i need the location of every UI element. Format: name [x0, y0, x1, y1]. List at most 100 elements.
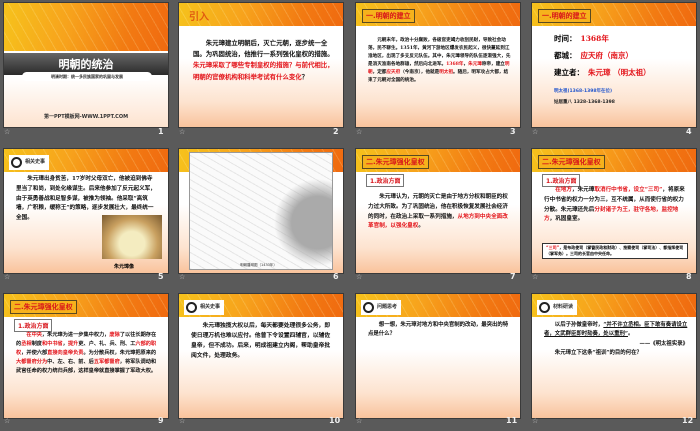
slide-number: 4 [686, 127, 692, 136]
slide-thumbnail-7[interactable]: 二.朱元璋强化皇权 1.政治方面 朱元璋认为，元朝的灭亡是由于地方分权和朝臣的权力过… [355, 148, 521, 274]
transition-icon[interactable]: ☆ [179, 128, 185, 136]
map-caption: 明朝疆域图（1433年） [240, 263, 277, 267]
slide-thumbnail-10[interactable]: 相关史事朱元璋独揽大权以后，每天都要处理很多公务，即使日理万机也难以应付。他曾下… [178, 293, 344, 419]
transition-icon[interactable]: ☆ [179, 273, 185, 281]
slide-thumbnail-6[interactable]: 明朝疆域图（1433年） [178, 148, 344, 274]
text-run: ，定都 [372, 70, 387, 76]
text-run: 和中书省 [41, 341, 63, 348]
slide-thumbnail-1[interactable]: 明朝的统治 明清时期：统一多民族国家的巩固与发展 第一PPT模板网-WWW.1PPT… [3, 2, 169, 128]
transition-icon[interactable]: ☆ [532, 417, 538, 425]
text-run: 应天府 [386, 70, 401, 76]
transition-icon[interactable]: ☆ [4, 128, 10, 136]
slide-thumbnail-11[interactable]: 问题思考想一想，朱元璋对地方和中央官制的改动，最突出的特点是什么？ [355, 293, 521, 419]
slide-body-text: 想一想，朱元璋对地方和中央官制的改动，最突出的特点是什么？ [368, 321, 512, 340]
text-run: 朱元璋立下这条“祖训”的目的何在？ [554, 350, 642, 357]
note-life: 姑居重八 1328-1368-1398 [554, 100, 615, 105]
transition-icon[interactable]: ☆ [532, 273, 538, 281]
text-run: 朱元璋采取了哪些专制皇权的措施？与前代相比，明朝的官僚机构和科举考试有什么变化 [193, 61, 334, 81]
slide-thumbnail-4[interactable]: 一.明朝的建立 时间： 1368年 都城： 应天府（南京） 建立者： 朱元璋 （明太祖） 明太… [531, 2, 697, 128]
section-title: 二.朱元璋强化皇权 [538, 155, 605, 169]
text-run: ，是布政使司（掌管民政和财政）、按察使司（掌司法）、都指挥使司（掌军务）。三司的… [546, 245, 684, 256]
badge-label: 相关史事 [200, 304, 221, 310]
info-row: 时间： 1368年 [554, 33, 609, 44]
slide-number: 1 [158, 127, 164, 136]
transition-icon[interactable]: ☆ [532, 128, 538, 136]
title-banner [4, 3, 168, 51]
paragraph: ——《明太祖实录》 [544, 340, 688, 349]
paragraph: 朱元璋认为，元朝的灭亡是由于地方分权和朝臣的权力过大所致。为了巩固统治，他在积极… [368, 193, 512, 232]
text-run: 吏、户、礼、兵、刑、工 [78, 341, 136, 348]
paragraph: 朱元璋建立明朝后，灭亡元朝，逐步统一全国。为巩固统治，他推行一系列强化皇权的措施… [193, 38, 335, 83]
badge-label: 相关史事 [25, 159, 46, 165]
transition-icon[interactable]: ☆ [4, 417, 10, 425]
text-run: 。为分散兵权，朱元璋把原来的 [83, 350, 157, 357]
map-image: 明朝疆域图（1433年） [189, 152, 333, 270]
slide-number: 3 [510, 127, 516, 136]
paragraph: 在地方，朱元璋取消行中书省，设立“三司”，将原来行中书省的权力一分为三，互不统属… [544, 186, 688, 225]
definition-box: “三司”，是布政使司（掌管民政和财政）、按察使司（掌司法）、都指挥使司（掌军务）… [542, 243, 688, 259]
section-badge: 问题思考 [361, 300, 402, 315]
text-run: 制度 [31, 341, 42, 348]
slide-title: 明朝的统治 [58, 58, 114, 71]
text-run: ，并使六部 [21, 350, 48, 357]
info-label: 时间： [554, 34, 577, 43]
transition-icon[interactable]: ☆ [179, 417, 185, 425]
info-value: 朱元璋 （明太祖） [588, 68, 651, 77]
section-title: 一.明朝的建立 [362, 9, 415, 23]
text-run: 直接向皇帝负责 [47, 350, 84, 357]
text-run: 称帝，建立 [481, 62, 505, 68]
text-run: ——《明太祖实录》 [639, 340, 688, 347]
slide-thumbnail-12[interactable]: 材料研读以后子孙做皇帝时，“并不许立丞相。臣下敢有奏请设立者，文武群臣即时劾奏，… [531, 293, 697, 419]
text-run: 以后子孙做皇帝时， [554, 322, 604, 328]
text-run: 废除 [109, 332, 120, 338]
text-run: 提升 [67, 341, 79, 348]
badge-label: 问题思考 [377, 304, 398, 310]
slide-number: 12 [682, 416, 694, 425]
transition-icon[interactable]: ☆ [4, 273, 10, 281]
transition-icon[interactable]: ☆ [356, 128, 362, 136]
slide-subtitle: 明清时期：统一多民族国家的巩固与发展 [22, 72, 152, 81]
text-run: 。 [627, 331, 634, 338]
section-title: 二.朱元璋强化皇权 [10, 300, 77, 314]
slide-thumbnail-8[interactable]: 二.朱元璋强化皇权 1.政治方面 在地方，朱元璋取消行中书省，设立“三司”，将原来行… [531, 148, 697, 274]
text-run: ？ [301, 72, 309, 81]
info-value: 1368年 [580, 34, 609, 43]
text-run: 1368年 [446, 62, 464, 68]
slide-thumbnail-9[interactable]: 二.朱元璋强化皇权 1.政治方面 在中央，朱元璋为进一步集中权力，废除了以往长期存在… [3, 293, 169, 419]
slide-body-text: 在中央，朱元璋为进一步集中权力，废除了以往长期存在的丞相制度和中书省，提升吏、户… [16, 331, 160, 376]
text-run: 朱元璋建立明朝后，灭亡元朝，逐步统一全国。为巩固统治，他推行一系列强化皇权的措施… [193, 39, 334, 59]
text-run: （今南京），他就是 [400, 70, 440, 76]
slide-number: 8 [686, 272, 692, 281]
text-run: 明太祖 [439, 70, 454, 76]
slide-number: 10 [329, 416, 341, 425]
paragraph: 以后子孙做皇帝时，“并不许立丞相。臣下敢有奏请设立者，文武群臣即时劾奏，处以重刑… [544, 321, 688, 340]
slide-body-text: 朱元璋独揽大权以后，每天都要处理很多公务，即使日理万机也难以应付。他曾下令设置四… [191, 321, 335, 362]
badge-icon [539, 302, 550, 313]
subsection-title: 1.政治方面 [366, 174, 405, 187]
info-row: 都城： 应天府（南京） [554, 50, 633, 61]
text-run: ，朱元璋为进一步集中权力， [41, 332, 110, 338]
slide-body-text: 在地方，朱元璋取消行中书省，设立“三司”，将原来行中书省的权力一分为三，互不统属… [544, 186, 688, 225]
slide-thumbnail-2[interactable]: 引入 朱元璋建立明朝后，灭亡元朝，逐步统一全国。为巩固统治，他推行一系列强化皇权的… [178, 2, 344, 128]
info-label: 建立者： [554, 68, 584, 77]
slide-footer: 第一PPT模板网-WWW.1PPT.COM [43, 114, 129, 120]
text-run: 五军都督府 [93, 359, 120, 366]
paragraph: 想一想，朱元璋对地方和中央官制的改动，最突出的特点是什么？ [368, 321, 512, 340]
text-run: 中、左、右、前、后 [47, 359, 94, 366]
text-run: 在地方 [555, 187, 572, 193]
badge-icon [11, 157, 22, 168]
transition-icon[interactable]: ☆ [356, 417, 362, 425]
slide-body-text: 朱元璋建立明朝后，灭亡元朝，逐步统一全国。为巩固统治，他推行一系列强化皇权的措施… [193, 38, 335, 83]
transition-icon[interactable]: ☆ [356, 273, 362, 281]
slide-thumbnail-3[interactable]: 一.明朝的建立 元朝末年，政治十分腐败，各级官吏竭力收刮民财，导致社会动荡，民不聊… [355, 2, 521, 128]
section-badge: 材料研读 [537, 300, 578, 315]
slide-number: 11 [506, 416, 518, 425]
text-run: 朱元璋独揽大权以后，每天都要处理很多公务，即使日理万机也难以应付。他曾下令设置四… [191, 323, 331, 360]
slide-number: 9 [158, 416, 164, 425]
section-badge: 相关史事 [184, 300, 225, 315]
badge-icon [363, 302, 374, 313]
slide-thumbnail-5[interactable]: 相关史事 朱元璋出身贫苦，17岁时父母双亡，他被迫到佛寺里当了和尚，到处化缘谋生。… [3, 148, 169, 274]
info-label: 都城： [554, 51, 577, 60]
text-run: ，巩固皇室。 [549, 216, 584, 223]
section-title: 一.明朝的建立 [538, 9, 591, 23]
